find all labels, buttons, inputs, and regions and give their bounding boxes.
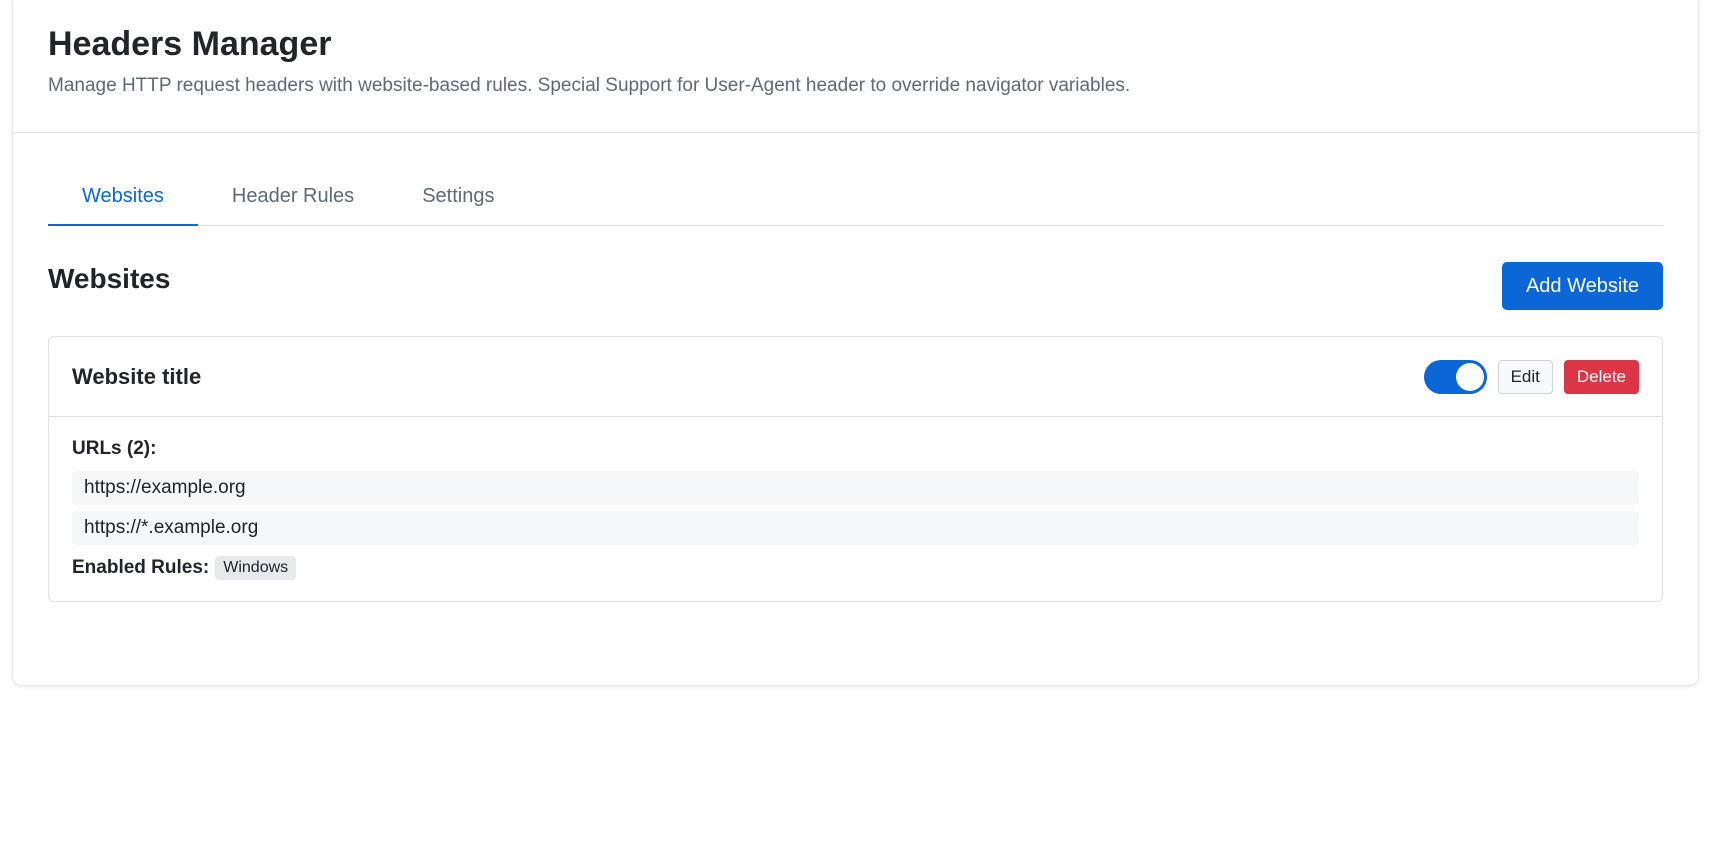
tab-header-rules[interactable]: Header Rules bbox=[198, 166, 388, 226]
enabled-rules-label: Enabled Rules: bbox=[72, 557, 210, 578]
website-card-header: Website title Edit Delete bbox=[49, 337, 1662, 417]
website-title: Website title bbox=[72, 363, 202, 389]
tab-bar: Websites Header Rules Settings bbox=[48, 166, 1663, 226]
tab-settings[interactable]: Settings bbox=[388, 166, 528, 226]
website-actions: Edit Delete bbox=[1423, 359, 1639, 394]
website-card-body: URLs (2): https://example.org https://*.… bbox=[49, 417, 1662, 601]
section-header: Websites Add Website bbox=[48, 262, 1663, 310]
delete-button[interactable]: Delete bbox=[1563, 359, 1639, 394]
website-enabled-toggle[interactable] bbox=[1423, 359, 1487, 394]
page-title: Headers Manager bbox=[48, 25, 332, 63]
website-card: Website title Edit Delete URLs (2): http… bbox=[48, 336, 1663, 602]
edit-button[interactable]: Edit bbox=[1497, 359, 1553, 394]
url-item: https://*.example.org bbox=[72, 511, 1639, 545]
app-card: Headers Manager Manage HTTP request head… bbox=[12, 0, 1699, 686]
add-website-button[interactable]: Add Website bbox=[1501, 262, 1663, 310]
app-header: Headers Manager Manage HTTP request head… bbox=[13, 0, 1698, 133]
urls-label: URLs (2): bbox=[72, 438, 157, 459]
enabled-rules-row: Enabled Rules: Windows bbox=[72, 555, 1639, 581]
tab-websites[interactable]: Websites bbox=[48, 166, 198, 226]
rule-badge: Windows bbox=[215, 556, 297, 580]
page-subtitle: Manage HTTP request headers with website… bbox=[48, 75, 1131, 96]
url-item: https://example.org bbox=[72, 471, 1639, 505]
app-body: Websites Header Rules Settings Websites … bbox=[13, 166, 1698, 602]
toggle-knob bbox=[1455, 362, 1484, 391]
section-title: Websites bbox=[48, 263, 171, 294]
